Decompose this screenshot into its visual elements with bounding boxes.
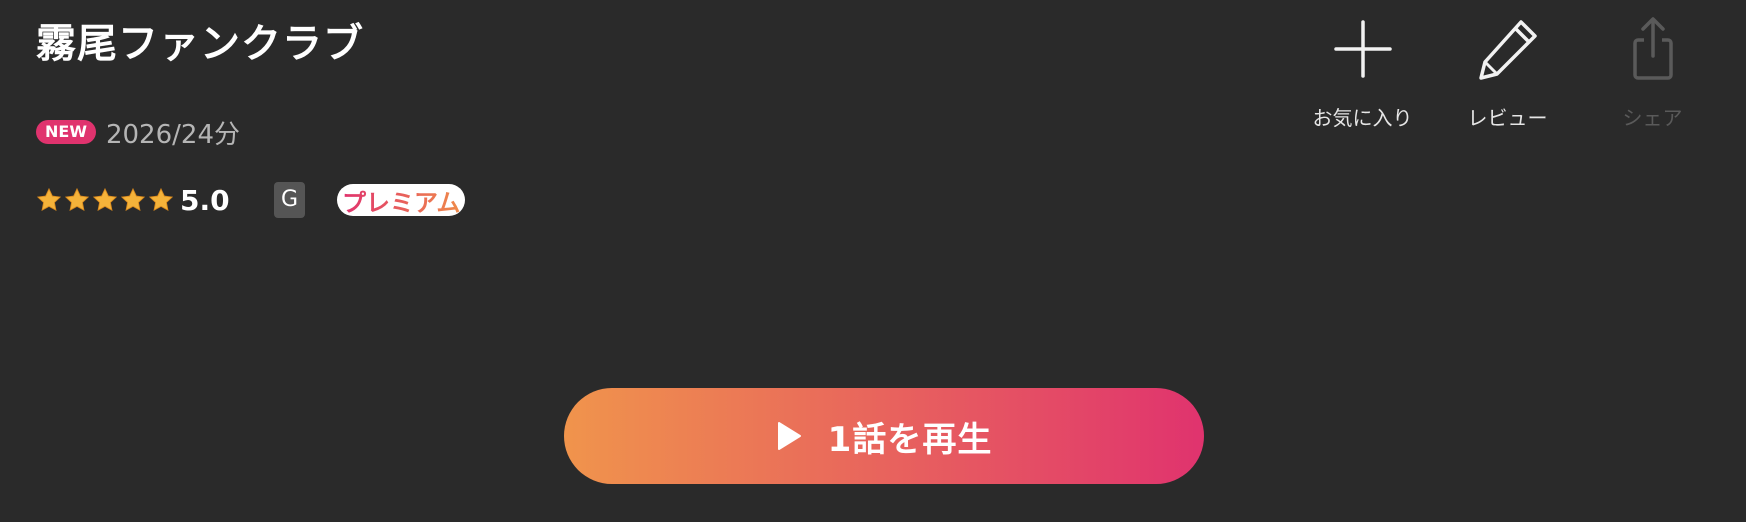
meta-row: NEW 2026/24分 — [36, 112, 240, 152]
premium-label: プレミアム — [342, 183, 460, 218]
premium-badge: プレミアム — [337, 183, 466, 218]
pencil-icon — [1478, 20, 1537, 80]
star-icon — [64, 187, 90, 212]
play-button-label: 1話を再生 — [827, 419, 993, 460]
share-label: シェア — [1622, 106, 1683, 130]
play-icon — [777, 422, 801, 450]
favorite-label: お気に入り — [1312, 106, 1413, 130]
star-icon — [148, 187, 174, 212]
favorite-button[interactable]: お気に入り — [1290, 14, 1435, 131]
age-rating-badge: G — [274, 182, 305, 218]
new-badge: NEW — [36, 120, 96, 144]
action-bar: お気に入り レビュー シェア — [1290, 14, 1725, 131]
share-icon — [1632, 17, 1673, 80]
star-rating — [36, 187, 174, 213]
plus-icon — [1333, 20, 1392, 78]
release-duration-info: 2026/24分 — [105, 119, 240, 150]
page-title: 霧尾ファンクラブ — [36, 21, 364, 67]
star-icon — [36, 187, 62, 212]
review-button[interactable]: レビュー — [1435, 14, 1580, 131]
review-label: レビュー — [1467, 106, 1548, 130]
share-button[interactable]: シェア — [1580, 14, 1725, 131]
rating-value: 5.0 — [180, 183, 230, 217]
play-episode-button[interactable]: 1話を再生 — [564, 388, 1204, 484]
rating-row: 5.0 G プレミアム — [36, 178, 466, 222]
star-icon — [92, 187, 118, 212]
star-icon — [120, 187, 146, 212]
